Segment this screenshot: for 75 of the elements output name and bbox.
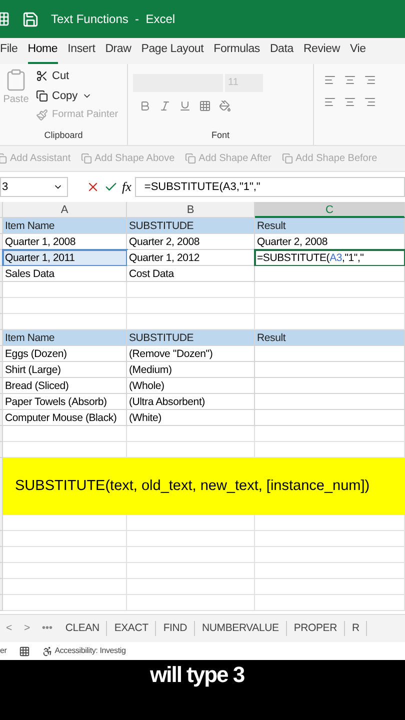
row-header[interactable] (0, 218, 3, 234)
ribbon-tab[interactable]: Formulas (214, 40, 260, 64)
table-cell: Paper Towels (Absorb) (3, 394, 127, 410)
ribbon-tab[interactable]: File (0, 40, 18, 64)
insert-function-button[interactable]: fx (122, 177, 132, 197)
sheet-tab[interactable]: CLEAN (58, 620, 108, 636)
copy-button[interactable]: Copy (36, 88, 118, 104)
formula-field[interactable]: =SUBSTITUTE(A3,"1"," (135, 177, 405, 197)
ribbon-tab[interactable]: Vie (350, 40, 366, 64)
formula-syntax-banner: SUBSTITUTE(text, old_text, new_text, [instance_num]) (3, 458, 405, 515)
column-header-cell: Item Name (3, 330, 127, 346)
table-cell: Quarter 2, 2008 (127, 234, 255, 250)
sheet-tab[interactable]: NUMBERVALUE (195, 620, 287, 636)
table-cell: (White) (127, 410, 255, 426)
column-header-cell: SUBSTITUDE (127, 330, 255, 346)
row-header[interactable] (0, 330, 3, 346)
cell-reference: 3 (2, 180, 8, 195)
align-middle-icon[interactable] (344, 74, 356, 86)
table-cell: (Whole) (127, 378, 255, 394)
align-center-icon[interactable] (344, 96, 356, 108)
ribbon-tab[interactable]: Data (270, 40, 294, 64)
fill-color-icon[interactable] (219, 100, 231, 112)
column-header-cell: Item Name (3, 218, 127, 234)
scissors-icon (36, 70, 48, 82)
table-cell: Sales Data (3, 266, 127, 282)
ribbon-tab[interactable]: Page Layout (141, 40, 204, 64)
table-cell: Shirt (Large) (3, 362, 127, 378)
status-text: er (0, 645, 7, 657)
cut-button[interactable]: Cut (36, 68, 118, 84)
column-header-cell: Result (255, 330, 405, 346)
window-title: Text Functions - Excel (51, 11, 176, 28)
table-cell: Quarter 1, 2012 (127, 250, 255, 266)
row-header[interactable] (0, 458, 3, 515)
save-icon[interactable] (22, 10, 39, 28)
copy-icon (36, 90, 48, 102)
table-cell: Computer Mouse (Black) (3, 410, 127, 426)
table-cell: (Ultra Absorbent) (127, 394, 255, 410)
editing-cell: =SUBSTITUTE(A3,"1"," (255, 250, 405, 266)
align-bottom-icon[interactable] (364, 74, 376, 86)
underline-icon[interactable] (179, 100, 191, 112)
borders-icon[interactable] (199, 100, 211, 112)
group-label: Font (210, 128, 230, 142)
sheet-tab[interactable]: FIND (156, 620, 196, 636)
table-cell: (Medium) (127, 362, 255, 378)
accessibility-icon (42, 646, 53, 656)
shapes-icon (184, 153, 196, 164)
video-caption: will type 3 (150, 661, 244, 689)
selected-cell: Quarter 1, 2011 (3, 250, 127, 266)
align-top-icon[interactable] (324, 74, 336, 86)
align-right-icon[interactable] (364, 96, 376, 108)
ribbon-tab[interactable]: Review (303, 40, 340, 64)
sheet-tab[interactable]: EXACT (107, 620, 156, 636)
accessibility-status[interactable]: Accessibility: Investig (42, 645, 126, 657)
name-box[interactable]: 3 (0, 177, 68, 197)
table-cell: Eggs (Dozen) (3, 346, 127, 362)
italic-icon[interactable] (159, 100, 171, 112)
table-cell: Bread (Sliced) (3, 378, 127, 394)
shapes-icon (282, 153, 293, 164)
macro-icon[interactable] (18, 646, 30, 656)
sheet-tab[interactable]: PROPER (286, 620, 345, 636)
table-cell: Quarter 2, 2008 (255, 234, 405, 250)
group-label: Clipboard (43, 128, 84, 142)
ribbon-tab[interactable]: Insert (68, 40, 96, 64)
align-left-icon[interactable] (324, 96, 336, 108)
table-cell: (Remove "Dozen") (127, 346, 255, 362)
cancel-icon[interactable] (86, 180, 100, 194)
column-header-cell: SUBSTITUDE (127, 218, 255, 234)
table-cell: Quarter 1, 2008 (3, 234, 127, 250)
column-header-cell: Result (255, 218, 405, 234)
paintbrush-icon (36, 108, 48, 120)
bold-icon[interactable] (139, 100, 151, 112)
shapes-icon (80, 153, 92, 164)
sheet-tab[interactable]: R (344, 620, 368, 636)
table-cell: Cost Data (127, 266, 255, 282)
ribbon-tab[interactable]: Draw (105, 40, 132, 64)
